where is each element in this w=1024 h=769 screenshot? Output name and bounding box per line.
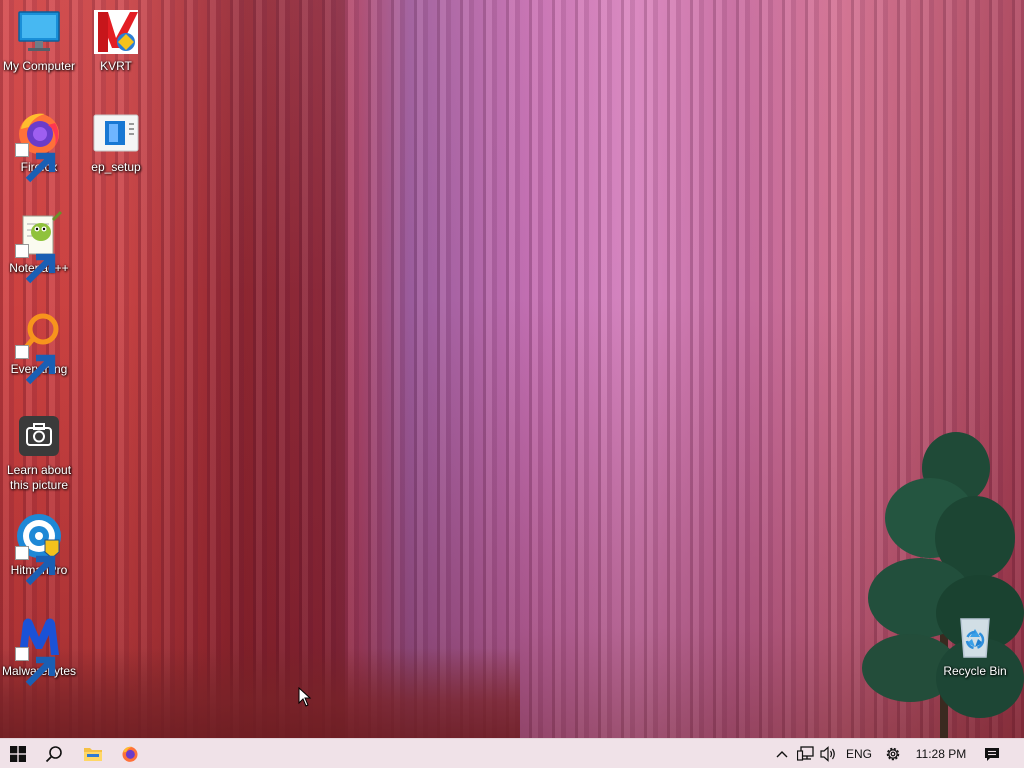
language-indicator: ENG bbox=[845, 747, 872, 761]
kaspersky-icon bbox=[94, 10, 138, 54]
desktop-icon-label: ep_setup bbox=[91, 160, 141, 174]
clock-time: 11:28 PM bbox=[915, 747, 967, 761]
notification-icon bbox=[985, 747, 999, 761]
desktop-icon-label: KVRT bbox=[100, 59, 132, 73]
shortcut-arrow-icon bbox=[15, 345, 56, 385]
search-icon bbox=[45, 746, 62, 763]
shortcut-arrow-icon bbox=[15, 546, 56, 586]
desktop-icon-hitmanpro[interactable]: HitmanPro bbox=[1, 512, 77, 586]
shortcut-arrow-icon bbox=[15, 143, 56, 183]
gear-icon bbox=[886, 747, 900, 761]
settings-button[interactable] bbox=[881, 739, 905, 769]
desktop-icon-malwarebytes[interactable]: Malwarebytes bbox=[1, 613, 77, 687]
start-button[interactable] bbox=[2, 739, 34, 769]
input-language-button[interactable]: ENG bbox=[843, 739, 875, 769]
desktop-icon-recycle-bin[interactable]: Recycle Bin bbox=[937, 613, 1013, 679]
volume-button[interactable] bbox=[818, 739, 840, 769]
taskbar-firefox-button[interactable] bbox=[113, 739, 147, 769]
windows-start-icon bbox=[10, 746, 26, 762]
mouse-cursor-icon bbox=[298, 687, 312, 707]
speaker-icon bbox=[820, 746, 835, 762]
shortcut-arrow-icon bbox=[15, 244, 56, 284]
file-explorer-button[interactable] bbox=[76, 739, 110, 769]
chevron-up-icon bbox=[776, 751, 788, 758]
clock-button[interactable]: 11:28 PM bbox=[910, 739, 972, 769]
desktop-icon-label: Learn about this picture bbox=[6, 463, 72, 492]
desktop-icon-label: My Computer bbox=[2, 59, 76, 73]
monitor-icon bbox=[18, 11, 60, 51]
wallpaper-tree bbox=[862, 432, 1024, 738]
camera-icon bbox=[19, 416, 59, 456]
network-icon bbox=[797, 746, 814, 761]
show-hidden-icons-button[interactable] bbox=[772, 739, 792, 769]
shortcut-arrow-icon bbox=[15, 647, 56, 687]
desktop-icon-firefox[interactable]: Firefox bbox=[1, 109, 77, 183]
file-explorer-icon bbox=[84, 748, 102, 761]
search-button[interactable] bbox=[38, 739, 70, 769]
desktop-icon-label: Recycle Bin bbox=[943, 664, 1007, 678]
firefox-icon bbox=[122, 746, 138, 762]
action-center-button[interactable] bbox=[978, 739, 1006, 769]
desktop-icon-kvrt[interactable]: KVRT bbox=[78, 8, 154, 74]
desktop-icon-learn-about-picture[interactable]: Learn about this picture bbox=[1, 412, 77, 493]
desktop-icon-everything[interactable]: Everything bbox=[1, 311, 77, 385]
taskbar: ENG 11:28 PM bbox=[0, 738, 1024, 768]
desktop-icon-my-computer[interactable]: My Computer bbox=[1, 8, 77, 74]
network-button[interactable] bbox=[795, 739, 817, 769]
recycle-bin-icon bbox=[960, 618, 990, 658]
installer-icon bbox=[93, 114, 139, 152]
wallpaper-ground bbox=[0, 648, 520, 738]
desktop-icon-notepadpp[interactable]: Notepad++ bbox=[1, 210, 77, 284]
desktop-icon-ep-setup[interactable]: ep_setup bbox=[78, 109, 154, 175]
